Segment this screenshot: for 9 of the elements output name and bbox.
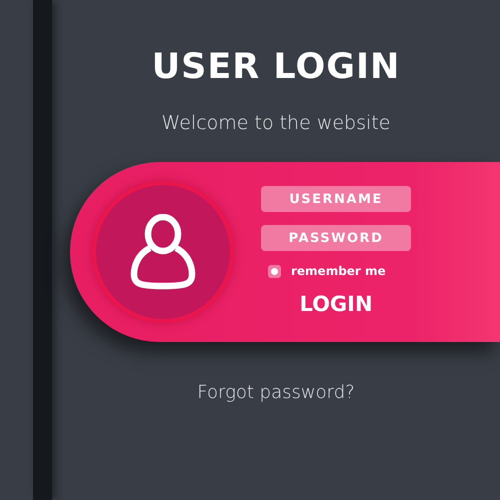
welcome-subtitle: Welcome to the website — [162, 111, 390, 135]
page-title: USER LOGIN — [152, 46, 400, 89]
login-button[interactable]: LOGIN — [293, 290, 379, 318]
remember-checkbox[interactable] — [268, 264, 281, 278]
input-field[interactable]: USERNAME — [261, 186, 411, 212]
user-icon — [130, 214, 196, 290]
input-field[interactable]: PASSWORD — [261, 225, 411, 251]
remember-label: remember me — [291, 264, 386, 278]
forgot-password-link[interactable]: Forgot password? — [197, 382, 355, 403]
